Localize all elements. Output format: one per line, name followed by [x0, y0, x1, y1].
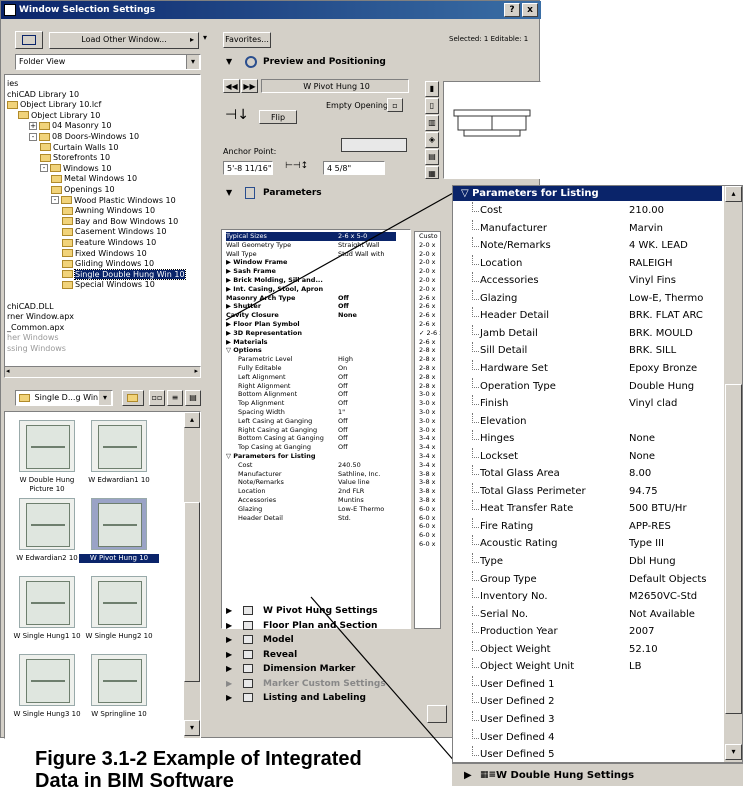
listing-row[interactable]: Inventory No. M2650VC-Std: [453, 588, 723, 606]
tree-connector: [472, 377, 479, 388]
scroll-up-button[interactable]: ▴: [725, 186, 742, 202]
listing-row[interactable]: User Defined 4: [453, 728, 723, 747]
tree-connector: [472, 254, 479, 265]
listing-row[interactable]: Total Glass Perimeter 94.75: [453, 482, 723, 501]
tree-connector: [472, 675, 479, 686]
tree-connector: [472, 237, 479, 248]
expand-icon: ▶: [464, 770, 472, 781]
tree-connector: [472, 746, 479, 757]
listing-row[interactable]: Location RALEIGH: [453, 254, 723, 273]
tree-connector: [472, 482, 479, 493]
listing-row[interactable]: Operation Type Double Hung: [453, 377, 723, 396]
tree-connector: [472, 535, 479, 546]
tree-connector: [472, 307, 479, 318]
tree-connector: [472, 202, 479, 212]
listing-row[interactable]: Serial No. Not Available: [453, 605, 723, 624]
tree-connector: [472, 359, 479, 370]
tree-connector: [472, 728, 479, 739]
tree-connector: [472, 465, 479, 476]
listing-row[interactable]: Accessories Vinyl Fins: [453, 272, 723, 290]
tree-connector: [472, 553, 479, 563]
listing-row[interactable]: Type Dbl Hung: [453, 553, 723, 571]
listing-row[interactable]: Object Weight Unit LB: [453, 658, 723, 676]
listing-row[interactable]: Jamb Detail BRK. MOULD: [453, 324, 723, 343]
listing-row[interactable]: Hinges None: [453, 430, 723, 448]
tree-connector: [472, 430, 479, 441]
listing-row[interactable]: User Defined 5: [453, 746, 723, 764]
figure-caption: Figure 3.1-2 Example of Integrated Data …: [35, 748, 362, 792]
settings-icon: ▦≡: [480, 770, 497, 780]
listing-row[interactable]: Cost 210.00: [453, 202, 723, 220]
tree-connector: [472, 395, 479, 406]
tree-connector: [472, 272, 479, 283]
tree-connector: [472, 447, 479, 458]
tree-connector: [472, 693, 479, 704]
tree-connector: [472, 605, 479, 616]
listing-vscroll[interactable]: ▴ ▾: [723, 186, 742, 762]
listing-row[interactable]: Group Type Default Objects: [453, 570, 723, 589]
listing-row[interactable]: Object Weight 52.10: [453, 640, 723, 659]
tree-connector: [472, 623, 479, 634]
listing-header[interactable]: ▽ Parameters for Listing: [453, 186, 722, 201]
listing-row[interactable]: Note/Remarks 4 WK. LEAD: [453, 237, 723, 255]
listing-row[interactable]: Fire Rating APP-RES: [453, 517, 723, 536]
listing-row[interactable]: Manufacturer Marvin: [453, 219, 723, 238]
tree-connector: [472, 570, 479, 581]
listing-row[interactable]: Lockset None: [453, 447, 723, 466]
tree-connector: [472, 500, 479, 511]
listing-row[interactable]: User Defined 1: [453, 675, 723, 694]
scroll-thumb[interactable]: [725, 384, 742, 714]
tree-connector: [472, 517, 479, 528]
listing-row[interactable]: Sill Detail BRK. SILL: [453, 342, 723, 360]
tree-connector: [472, 324, 479, 335]
listing-row[interactable]: Hardware Set Epoxy Bronze: [453, 359, 723, 378]
listing-row[interactable]: Finish Vinyl clad: [453, 395, 723, 413]
listing-row[interactable]: Heat Transfer Rate 500 BTU/Hr: [453, 500, 723, 518]
listing-row[interactable]: Production Year 2007: [453, 623, 723, 641]
listing-row[interactable]: Acoustic Rating Type III: [453, 535, 723, 553]
listing-row[interactable]: User Defined 2: [453, 693, 723, 711]
listing-row[interactable]: Elevation: [453, 412, 723, 431]
w-double-hung-settings-bar[interactable]: ▶ ▦≡ W Double Hung Settings: [452, 763, 743, 786]
listing-row[interactable]: Glazing Low-E, Thermo: [453, 289, 723, 308]
scroll-down-button[interactable]: ▾: [725, 744, 742, 760]
tree-connector: [472, 710, 479, 721]
tree-connector: [472, 640, 479, 651]
tree-connector: [472, 588, 479, 599]
tree-connector: [472, 219, 479, 230]
tree-connector: [472, 289, 479, 300]
listing-row[interactable]: Total Glass Area 8.00: [453, 465, 723, 483]
listing-row[interactable]: Header Detail BRK. FLAT ARC: [453, 307, 723, 325]
parameters-for-listing-zoom: ▽ Parameters for Listing Cost 210.00 Manuf…: [452, 185, 743, 763]
tree-connector: [472, 342, 479, 353]
listing-row[interactable]: User Defined 3: [453, 710, 723, 729]
tree-connector: [472, 658, 479, 669]
tree-connector: [472, 412, 479, 423]
